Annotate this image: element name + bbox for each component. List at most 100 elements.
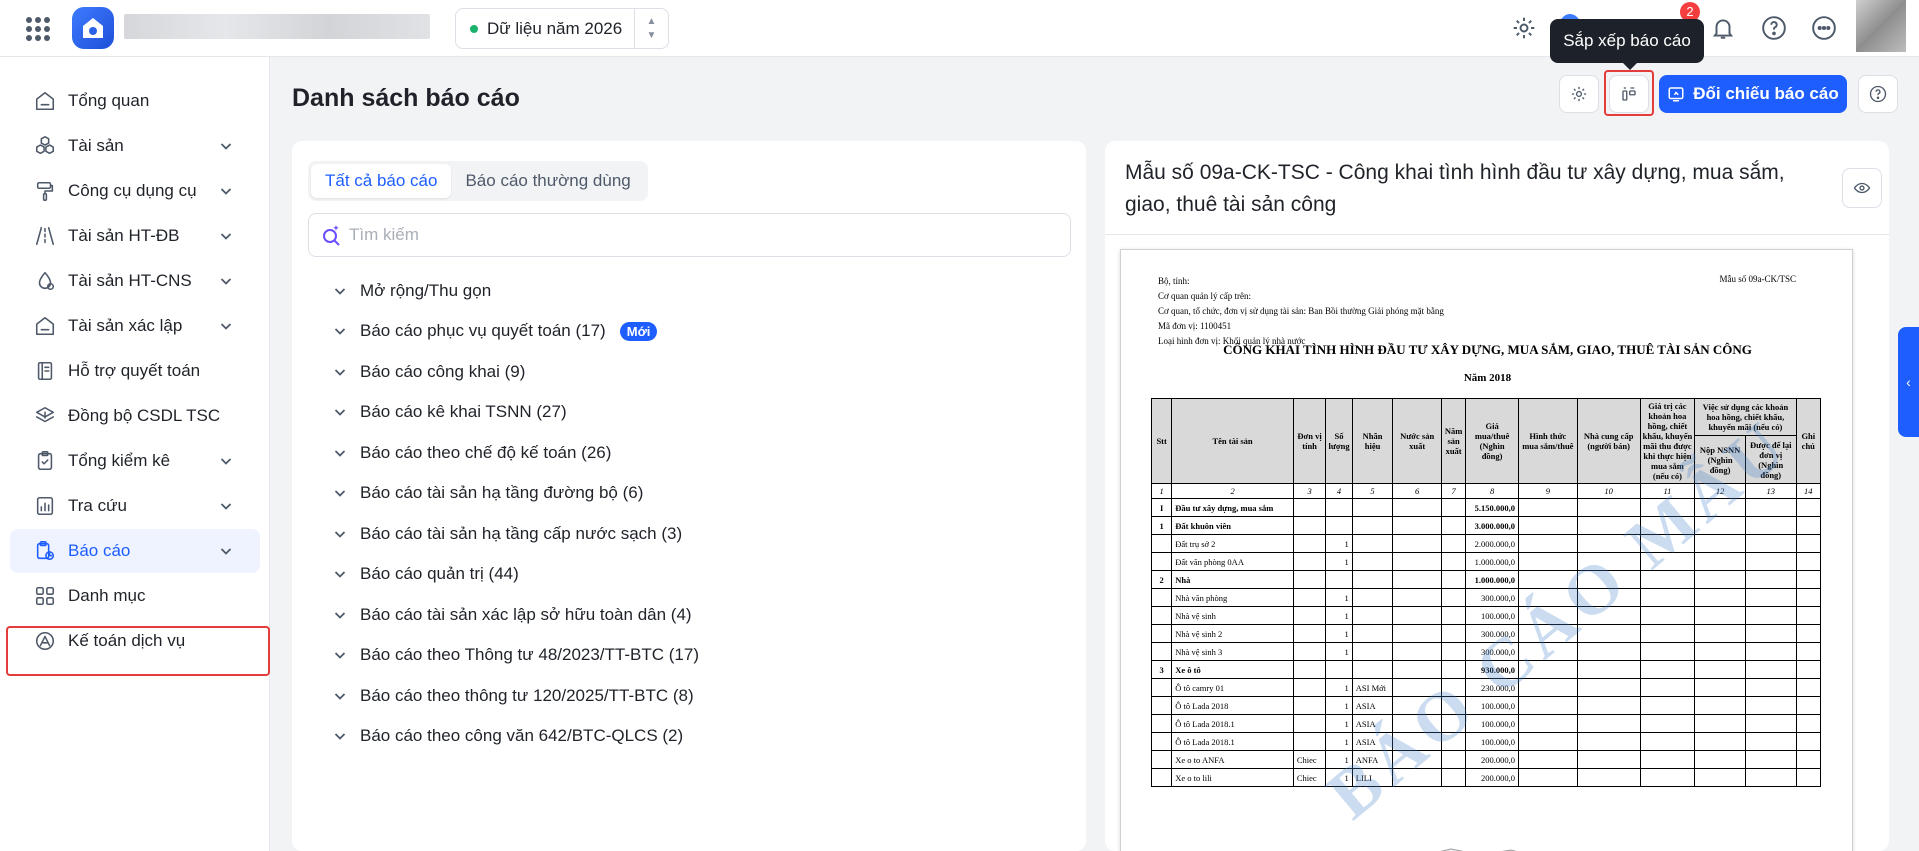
chevron-down-icon[interactable] bbox=[218, 228, 234, 244]
table-row: Ô tô Lada 2018.1 1 ASIA 100.000,0 bbox=[1150, 714, 1822, 733]
cell-note bbox=[1795, 714, 1822, 733]
cell-name: Nhà văn phòng bbox=[1171, 588, 1294, 607]
chevron-down-icon[interactable] bbox=[332, 485, 348, 501]
sidebar-item-label: Tra cứu bbox=[68, 496, 127, 515]
sidebar-item-tai-san-ht-db[interactable]: Tài sản HT-ĐB bbox=[10, 214, 260, 258]
cell-method bbox=[1517, 768, 1578, 787]
cell-nsnn bbox=[1694, 570, 1746, 589]
search-box[interactable] bbox=[308, 213, 1071, 257]
compare-reports-button[interactable]: Đối chiếu báo cáo bbox=[1659, 75, 1847, 113]
report-group[interactable]: Báo cáo tài sản hạ tầng đường bộ (6) bbox=[332, 473, 699, 514]
year-selector[interactable]: Dữ liệu năm 2026 ▲ ▼ bbox=[455, 8, 669, 49]
tab-frequent-reports[interactable]: Báo cáo thường dùng bbox=[451, 164, 644, 198]
preview-toggle-button[interactable] bbox=[1842, 168, 1882, 208]
chevron-down-icon[interactable] bbox=[218, 543, 234, 559]
chevron-down-icon[interactable] bbox=[332, 364, 348, 380]
report-group[interactable]: Báo cáo quản trị (44) bbox=[332, 554, 699, 595]
chevron-down-icon[interactable] bbox=[218, 453, 234, 469]
expand-collapse-all[interactable]: Mở rộng/Thu gọn bbox=[332, 271, 699, 311]
chevron-down-icon[interactable] bbox=[332, 566, 348, 582]
help-button[interactable] bbox=[1858, 75, 1898, 113]
chevron-down-icon[interactable]: ▼ bbox=[647, 30, 657, 41]
cell-qty: 1 bbox=[1325, 642, 1353, 661]
chevron-down-icon[interactable] bbox=[332, 404, 348, 420]
collapse-panel-tab[interactable]: ‹ bbox=[1898, 327, 1919, 437]
cell-note bbox=[1795, 570, 1822, 589]
more-icon[interactable] bbox=[1810, 14, 1838, 42]
report-group[interactable]: Báo cáo theo thông tư 120/2025/TT-BTC (8… bbox=[332, 676, 699, 717]
report-group[interactable]: Báo cáo công khai (9) bbox=[332, 352, 699, 393]
sidebar-item-bao-cao[interactable]: Báo cáo bbox=[10, 529, 260, 573]
cell-brand bbox=[1351, 516, 1394, 535]
chevron-down-icon[interactable] bbox=[218, 318, 234, 334]
sidebar-item-tong-quan[interactable]: Tổng quan bbox=[10, 79, 260, 123]
cell-origin bbox=[1392, 552, 1442, 571]
cell-retain bbox=[1744, 498, 1797, 517]
help-icon[interactable] bbox=[1760, 14, 1788, 42]
avatar[interactable] bbox=[1856, 0, 1906, 52]
table-row: Ô tô camry 01 1 ASI Mới 230.000,0 bbox=[1150, 678, 1822, 697]
sidebar-item-dong-bo-csdl-tsc[interactable]: Đồng bộ CSDL TSC bbox=[10, 394, 260, 438]
cell-retain bbox=[1744, 678, 1797, 697]
organization-name-redacted bbox=[124, 14, 430, 39]
cell-unit bbox=[1292, 678, 1327, 697]
chevron-down-icon[interactable] bbox=[218, 138, 234, 154]
report-group[interactable]: Báo cáo tài sản xác lập sở hữu toàn dân … bbox=[332, 595, 699, 636]
app-logo[interactable] bbox=[72, 7, 114, 49]
cell-name: Đất văn phòng 0AA bbox=[1171, 552, 1294, 571]
cell-year bbox=[1440, 606, 1467, 625]
notification-bell-icon[interactable] bbox=[1709, 14, 1737, 42]
report-group[interactable]: Báo cáo theo chế độ kế toán (26) bbox=[332, 433, 699, 474]
chevron-down-icon[interactable] bbox=[332, 526, 348, 542]
house-logo-icon bbox=[83, 18, 103, 38]
sidebar-item-tra-cuu[interactable]: Tra cứu bbox=[10, 484, 260, 528]
cell-qty: 1 bbox=[1325, 624, 1353, 643]
column-number: 5 bbox=[1351, 483, 1394, 499]
chevron-down-icon[interactable] bbox=[218, 498, 234, 514]
cell-note bbox=[1795, 768, 1822, 787]
chevron-down-icon[interactable] bbox=[218, 273, 234, 289]
report-group[interactable]: Báo cáo kê khai TSNN (27) bbox=[332, 392, 699, 433]
report-group[interactable]: Báo cáo theo Thông tư 48/2023/TT-BTC (17… bbox=[332, 635, 699, 676]
tab-all-reports[interactable]: Tất cả báo cáo bbox=[311, 164, 452, 198]
settings-button[interactable] bbox=[1559, 75, 1599, 113]
chevron-down-icon[interactable] bbox=[332, 283, 348, 299]
chevron-down-icon[interactable] bbox=[218, 183, 234, 199]
cell-name: Nhà vệ sinh bbox=[1171, 606, 1294, 625]
sidebar-item-label: Đồng bộ CSDL TSC bbox=[68, 406, 221, 425]
sidebar-item-ho-tro-quyet-toan[interactable]: Hỗ trợ quyết toán bbox=[10, 349, 260, 393]
cell-note bbox=[1795, 642, 1822, 661]
home-icon bbox=[34, 90, 56, 112]
sidebar-item-tai-san-ht-cns[interactable]: Tài sản HT-CNS bbox=[10, 259, 260, 303]
settings-icon[interactable] bbox=[1510, 14, 1538, 42]
report-group[interactable]: Báo cáo phục vụ quyết toán (17) Mới bbox=[332, 311, 699, 352]
cell-retain bbox=[1744, 570, 1797, 589]
chevron-up-icon[interactable]: ▲ bbox=[647, 16, 657, 27]
search-input[interactable] bbox=[349, 225, 1049, 245]
cell-price: 100.000,0 bbox=[1465, 714, 1519, 733]
year-stepper[interactable]: ▲ ▼ bbox=[634, 9, 668, 48]
chevron-down-icon[interactable] bbox=[332, 647, 348, 663]
cell-price: 200.000,0 bbox=[1465, 768, 1519, 787]
chevron-down-icon[interactable] bbox=[332, 728, 348, 744]
table-row: Ô tô Lada 2018 1 ASIA 100.000,0 bbox=[1150, 696, 1822, 715]
sidebar-item-danh-muc[interactable]: Danh mục bbox=[10, 574, 260, 618]
app-launcher-icon[interactable] bbox=[26, 17, 50, 41]
cell-retain bbox=[1744, 642, 1797, 661]
chevron-down-icon[interactable] bbox=[332, 688, 348, 704]
cell-nsnn bbox=[1694, 732, 1746, 751]
chevron-down-icon[interactable] bbox=[332, 323, 348, 339]
sidebar-item-tai-san-xac-lap[interactable]: Tài sản xác lập bbox=[10, 304, 260, 348]
cell-price: 100.000,0 bbox=[1465, 606, 1519, 625]
chevron-down-icon[interactable] bbox=[332, 607, 348, 623]
sidebar-item-tai-san[interactable]: Tài sản bbox=[10, 124, 260, 168]
cell-unit: Chiec bbox=[1292, 768, 1327, 787]
chevron-down-icon[interactable] bbox=[332, 445, 348, 461]
sidebar-item-tong-kiem-ke[interactable]: Tổng kiểm kê bbox=[10, 439, 260, 483]
sidebar-item-label: Tài sản xác lập bbox=[68, 316, 183, 335]
table-row: Nhà vệ sinh 2 1 300.000,0 bbox=[1150, 624, 1822, 643]
report-group[interactable]: Báo cáo tài sản hạ tầng cấp nước sạch (3… bbox=[332, 514, 699, 555]
cell-retain bbox=[1744, 696, 1797, 715]
sidebar-item-cong-cu-dung-cu[interactable]: Công cụ dụng cụ bbox=[10, 169, 260, 213]
report-group[interactable]: Báo cáo theo công văn 642/BTC-QLCS (2) bbox=[332, 716, 699, 757]
